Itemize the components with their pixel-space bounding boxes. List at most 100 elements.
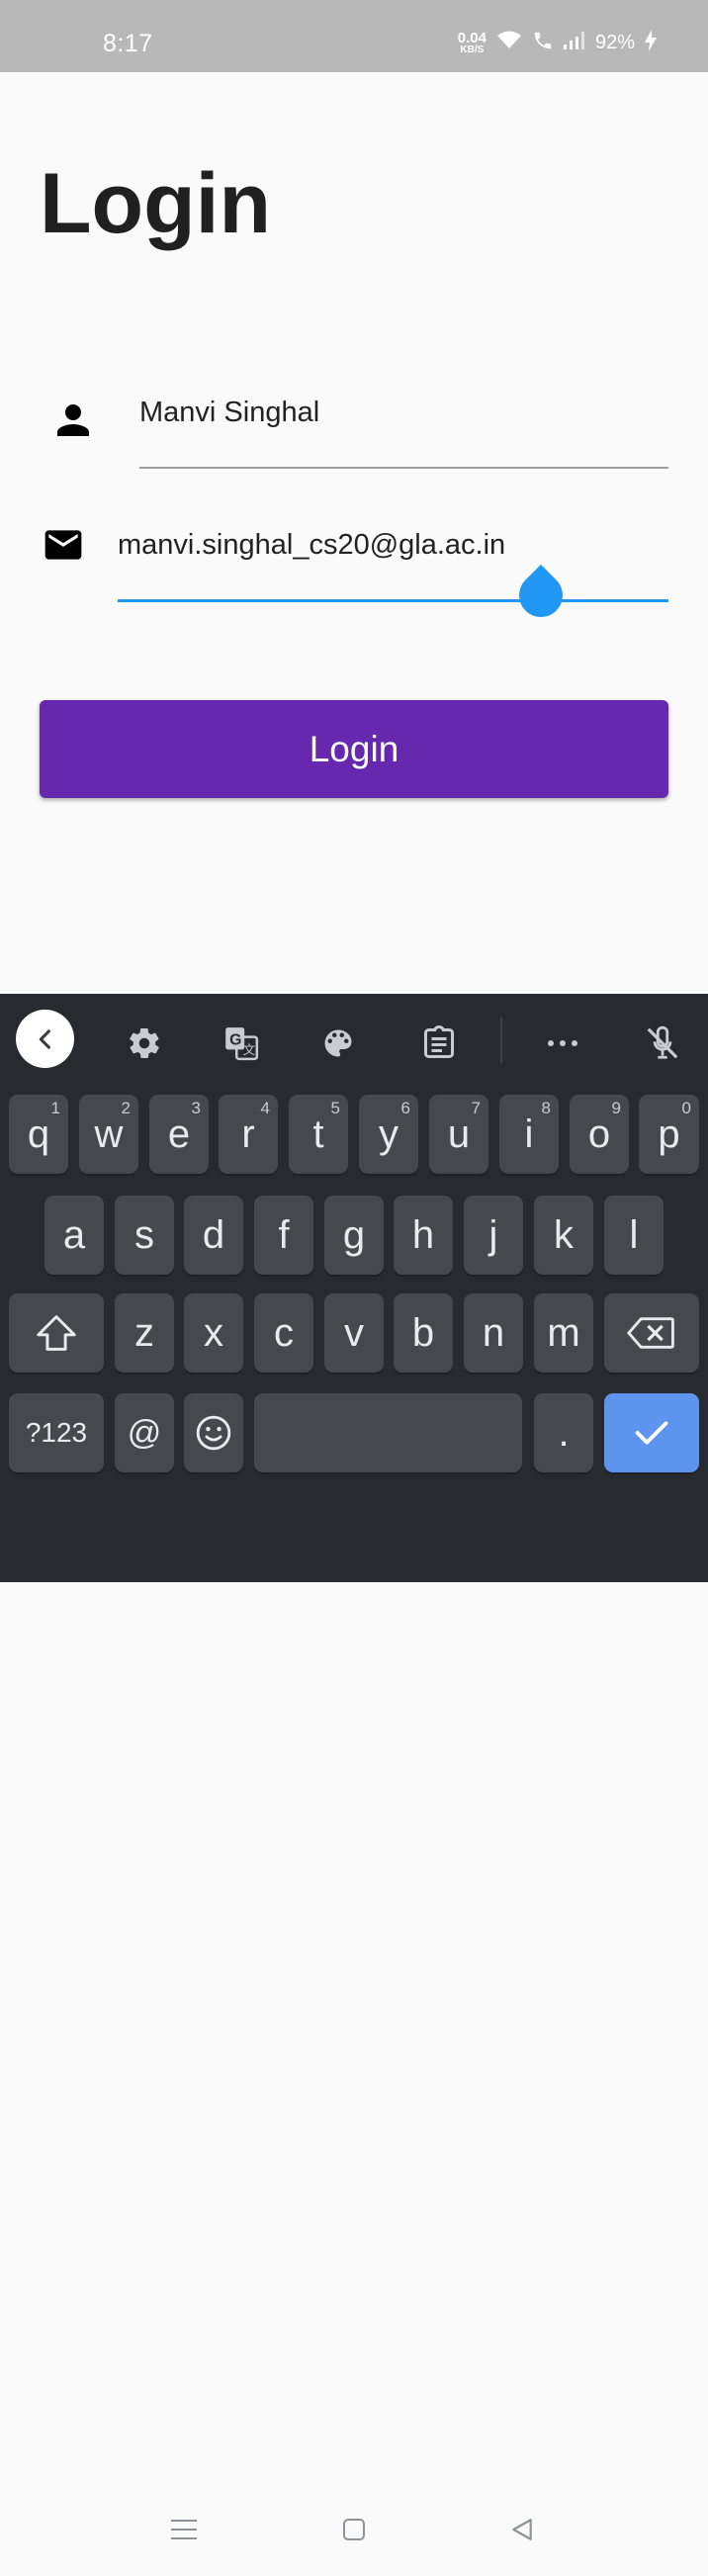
backspace-icon — [627, 1317, 674, 1349]
symbols-key[interactable]: ?123 — [9, 1393, 104, 1472]
key-o[interactable]: o9 — [570, 1095, 629, 1174]
key-hint: 3 — [191, 1099, 201, 1117]
key-e[interactable]: e3 — [149, 1095, 209, 1174]
space-key[interactable] — [254, 1393, 522, 1472]
at-key[interactable]: @ — [115, 1393, 174, 1472]
key-label: r — [241, 1111, 255, 1156]
key-c[interactable]: c — [254, 1293, 313, 1373]
key-label: s — [134, 1212, 154, 1257]
key-j[interactable]: j — [464, 1196, 523, 1275]
key-y[interactable]: y6 — [359, 1095, 418, 1174]
key-hint: 1 — [50, 1099, 60, 1117]
key-t[interactable]: t5 — [289, 1095, 348, 1174]
key-label: d — [202, 1212, 225, 1257]
key-f[interactable]: f — [254, 1196, 313, 1275]
mic-off-icon[interactable] — [633, 1014, 692, 1073]
back-triangle-icon[interactable] — [502, 2510, 542, 2549]
key-label: q — [27, 1111, 50, 1156]
key-label: w — [94, 1111, 124, 1156]
page-title: Login — [40, 156, 272, 251]
key-hint: 5 — [330, 1099, 340, 1117]
key-s[interactable]: s — [115, 1196, 174, 1275]
settings-icon[interactable] — [115, 1014, 174, 1073]
key-hint: 7 — [471, 1099, 481, 1117]
key-u[interactable]: u7 — [429, 1095, 488, 1174]
key-label: k — [554, 1212, 574, 1257]
enter-key[interactable] — [604, 1393, 699, 1472]
keyboard: G 文 q1 w2 e3 r4 t5 y6 u7 i 8 o 9 p 0 a s… — [0, 994, 708, 2540]
emoji-key[interactable] — [184, 1393, 243, 1472]
emoji-icon — [196, 1415, 231, 1451]
status-time: 8:17 — [103, 30, 153, 57]
key-label: l — [629, 1212, 639, 1257]
key-n[interactable]: n — [464, 1293, 523, 1373]
name-input-underline — [139, 467, 668, 469]
keyboard-toolbar: G 文 — [0, 994, 708, 1083]
key-label: g — [342, 1212, 366, 1257]
email-input[interactable] — [118, 523, 668, 567]
svg-text:文: 文 — [243, 1042, 256, 1057]
key-label: t — [312, 1111, 324, 1156]
toolbar-divider — [500, 1018, 502, 1063]
key-hint: 6 — [400, 1099, 410, 1117]
key-label: p — [658, 1111, 680, 1156]
name-input[interactable] — [139, 391, 668, 434]
key-h[interactable]: h — [394, 1196, 453, 1275]
mail-icon — [42, 523, 85, 572]
backspace-key[interactable] — [604, 1293, 699, 1373]
translate-icon[interactable]: G 文 — [212, 1014, 271, 1073]
key-label: z — [134, 1310, 154, 1355]
key-d[interactable]: d — [184, 1196, 243, 1275]
key-label: i — [524, 1111, 534, 1156]
key-p[interactable]: p0 — [639, 1095, 699, 1174]
key-w[interactable]: w2 — [79, 1095, 138, 1174]
key-hint: 0 — [681, 1099, 691, 1117]
key-label: n — [482, 1310, 505, 1355]
shift-icon — [37, 1315, 76, 1351]
menu-icon[interactable] — [164, 2510, 204, 2549]
net-speed: 0.04 KB/S — [458, 31, 487, 55]
key-label: c — [274, 1310, 294, 1355]
palette-icon[interactable] — [309, 1014, 368, 1073]
key-label: u — [447, 1111, 471, 1156]
key-hint: 2 — [121, 1099, 131, 1117]
key-i[interactable]: i8 — [499, 1095, 559, 1174]
svg-text:G: G — [229, 1032, 241, 1049]
person-icon — [49, 397, 97, 449]
more-icon[interactable] — [533, 1014, 592, 1073]
charging-icon — [645, 30, 657, 56]
key-l[interactable]: l — [604, 1196, 664, 1275]
key-label: y — [379, 1111, 398, 1156]
key-g[interactable]: g — [324, 1196, 384, 1275]
email-input-underline — [118, 599, 668, 602]
battery-level: 92% — [594, 32, 635, 53]
net-speed-value: 0.04 — [457, 30, 487, 46]
key-a[interactable]: a — [44, 1196, 104, 1275]
net-speed-unit: KB/S — [460, 44, 485, 55]
key-q[interactable]: q1 — [9, 1095, 68, 1174]
key-b[interactable]: b — [394, 1293, 453, 1373]
key-label: f — [278, 1212, 290, 1257]
key-label: a — [62, 1212, 86, 1257]
shift-key[interactable] — [9, 1293, 104, 1373]
period-key[interactable]: . — [534, 1393, 593, 1472]
key-x[interactable]: x — [184, 1293, 243, 1373]
signal-icon — [563, 32, 585, 54]
key-k[interactable]: k — [534, 1196, 593, 1275]
key-z[interactable]: z — [115, 1293, 174, 1373]
key-label: ?123 — [25, 1417, 88, 1448]
key-label: o — [587, 1111, 611, 1156]
check-icon — [635, 1421, 668, 1445]
key-v[interactable]: v — [324, 1293, 384, 1373]
key-r[interactable]: r4 — [219, 1095, 278, 1174]
key-label: j — [488, 1212, 498, 1257]
text-cursor-handle[interactable] — [509, 564, 573, 627]
back-icon[interactable] — [16, 1010, 74, 1068]
clipboard-icon[interactable] — [409, 1014, 469, 1073]
call-icon — [532, 30, 554, 56]
key-label: b — [411, 1310, 435, 1355]
key-m[interactable]: m — [534, 1293, 593, 1373]
home-icon[interactable] — [334, 2510, 374, 2549]
login-button[interactable]: Login — [40, 700, 668, 798]
navigation-bar — [0, 2482, 708, 2576]
